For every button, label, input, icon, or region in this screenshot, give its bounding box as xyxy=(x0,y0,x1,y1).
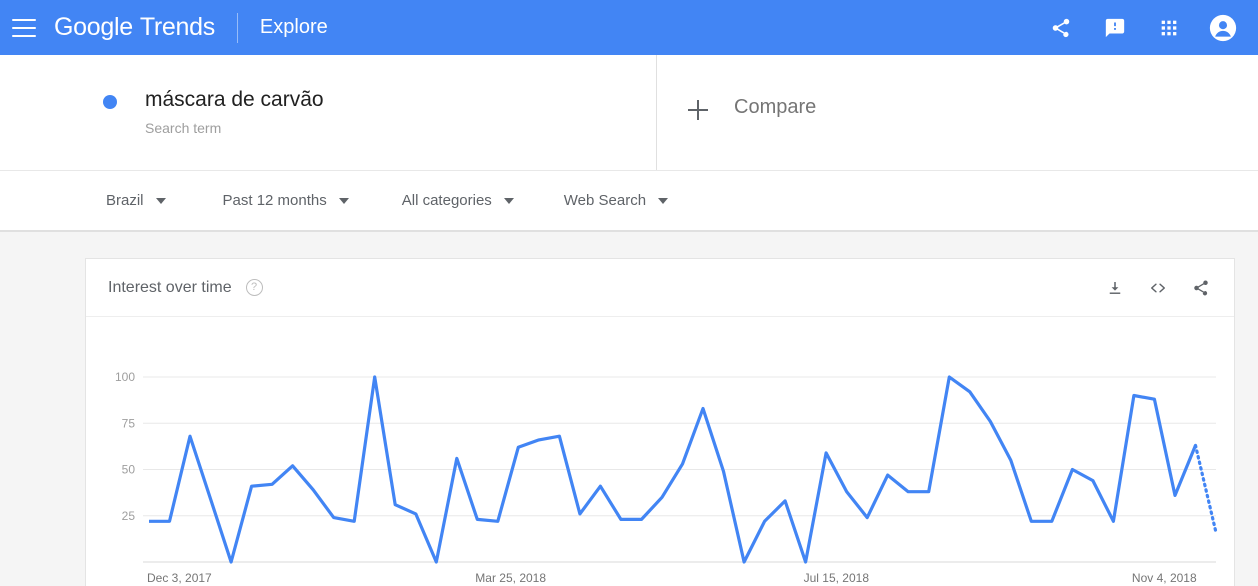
share-chart-button[interactable] xyxy=(1190,277,1212,299)
filter-search-type-label: Web Search xyxy=(563,192,647,209)
filter-time-range-label: Past 12 months xyxy=(222,192,327,209)
hamburger-menu-icon[interactable] xyxy=(12,18,36,37)
chevron-down-icon xyxy=(338,197,349,204)
x-axis-tick-label: Nov 4, 2018 xyxy=(1132,571,1197,585)
share-icon[interactable] xyxy=(1034,0,1088,55)
brand-google-text: Google xyxy=(54,13,133,41)
search-term-row: máscara de carvão Search term Compare xyxy=(0,55,1258,170)
filter-location[interactable]: Brazil xyxy=(106,192,166,209)
search-term-title: máscara de carvão xyxy=(145,88,324,111)
y-axis-tick-label: 50 xyxy=(122,463,136,477)
embed-code-button[interactable] xyxy=(1147,277,1169,299)
series-color-dot xyxy=(103,95,117,109)
chevron-down-icon xyxy=(503,197,514,204)
account-avatar-icon[interactable] xyxy=(1196,0,1250,55)
trend-line-partial xyxy=(1193,443,1218,534)
interest-over-time-card: Interest over time ? 100 75 50 25 Dec 3,… xyxy=(85,258,1235,586)
explore-nav-link[interactable]: Explore xyxy=(260,16,328,39)
filter-category-label: All categories xyxy=(401,192,492,209)
help-icon[interactable]: ? xyxy=(245,279,263,296)
chevron-down-icon xyxy=(155,197,166,204)
search-term-text-block: máscara de carvão Search term xyxy=(145,88,324,136)
filter-category[interactable]: All categories xyxy=(402,192,514,209)
compare-card[interactable]: Compare xyxy=(657,55,1258,170)
brand-trends-text: Trends xyxy=(139,13,215,41)
card-title: Interest over time xyxy=(108,278,232,296)
search-term-card[interactable]: máscara de carvão Search term xyxy=(0,55,657,170)
app-bar: Google Trends Explore xyxy=(0,0,1258,55)
filter-location-label: Brazil xyxy=(106,192,144,209)
card-actions xyxy=(1104,277,1212,299)
feedback-icon[interactable] xyxy=(1088,0,1142,55)
download-csv-button[interactable] xyxy=(1104,277,1126,299)
appbar-actions xyxy=(1034,0,1258,55)
y-axis-tick-label: 75 xyxy=(122,416,136,430)
x-axis-tick-label: Dec 3, 2017 xyxy=(147,571,212,585)
chevron-down-icon xyxy=(658,197,669,204)
compare-label: Compare xyxy=(734,96,817,118)
trend-line-plot[interactable]: 100 75 50 25 Dec 3, 2017 Mar 25, 2018 Jul 15, … xyxy=(86,317,1234,585)
card-header: Interest over time ? xyxy=(86,259,1234,317)
x-axis-tick-label: Mar 25, 2018 xyxy=(475,571,546,585)
filter-time-range[interactable]: Past 12 months xyxy=(223,192,349,209)
interest-over-time-chart[interactable]: 100 75 50 25 Dec 3, 2017 Mar 25, 2018 Jul 15, … xyxy=(86,317,1234,585)
search-term-subtitle: Search term xyxy=(145,120,222,137)
y-axis-tick-label: 100 xyxy=(115,370,135,384)
x-axis-tick-label: Jul 15, 2018 xyxy=(804,571,870,585)
filter-search-type[interactable]: Web Search xyxy=(563,192,669,209)
appbar-divider xyxy=(236,12,238,43)
filter-bar: Brazil Past 12 months All categories Web… xyxy=(0,170,1258,232)
google-trends-logo[interactable]: Google Trends xyxy=(54,13,215,42)
apps-grid-icon[interactable] xyxy=(1142,0,1196,55)
plus-icon xyxy=(688,100,708,120)
y-axis-tick-label: 25 xyxy=(122,509,136,523)
